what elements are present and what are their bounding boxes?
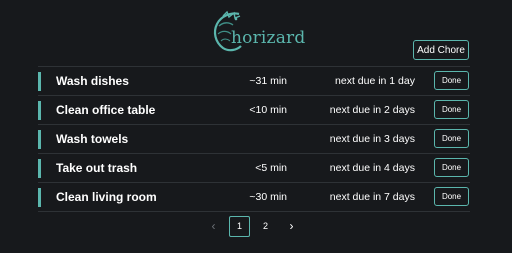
chore-name: Clean living room [56, 190, 157, 204]
app-logo: horizard [209, 10, 305, 54]
chore-list: Wash dishes ~31 min next due in 1 day Do… [38, 66, 470, 212]
chevron-left-icon[interactable]: ‹ [203, 216, 224, 237]
page-button-2[interactable]: 2 [255, 216, 276, 237]
done-button[interactable]: Done [434, 129, 469, 148]
chore-row: Wash dishes ~31 min next due in 1 day Do… [38, 66, 470, 96]
chore-row: Wash towels next due in 3 days Done [38, 125, 470, 154]
chore-name: Wash dishes [56, 74, 129, 88]
add-chore-button[interactable]: Add Chore [413, 40, 469, 60]
page-button-1[interactable]: 1 [229, 215, 250, 237]
chore-accent-bar [38, 72, 41, 91]
chore-next-due: next due in 1 day [335, 75, 415, 87]
chore-name: Wash towels [56, 132, 129, 146]
done-button[interactable]: Done [434, 100, 469, 119]
chore-duration: <10 min [249, 104, 287, 116]
chore-row: Clean living room ~30 min next due in 7 … [38, 183, 470, 212]
chore-next-due: next due in 2 days [329, 104, 415, 116]
chore-row: Clean office table <10 min next due in 2… [38, 96, 470, 125]
chore-accent-bar [38, 101, 41, 120]
pagination: ‹ 1 2 › [203, 215, 302, 237]
done-button[interactable]: Done [434, 71, 469, 90]
chore-next-due: next due in 3 days [329, 133, 415, 145]
chore-next-due: next due in 7 days [329, 191, 415, 203]
chore-duration: ~31 min [249, 75, 287, 87]
chore-duration: ~30 min [249, 191, 287, 203]
chevron-right-icon[interactable]: › [281, 216, 302, 237]
app-logo-text: horizard [231, 28, 306, 48]
done-button[interactable]: Done [434, 158, 469, 177]
chore-accent-bar [38, 159, 41, 178]
chore-accent-bar [38, 188, 41, 207]
chore-name: Take out trash [56, 161, 138, 175]
chore-accent-bar [38, 130, 41, 149]
chore-row: Take out trash <5 min next due in 4 days… [38, 154, 470, 183]
chore-duration: <5 min [255, 162, 287, 174]
chore-name: Clean office table [56, 103, 156, 117]
done-button[interactable]: Done [434, 187, 469, 206]
chore-next-due: next due in 4 days [329, 162, 415, 174]
